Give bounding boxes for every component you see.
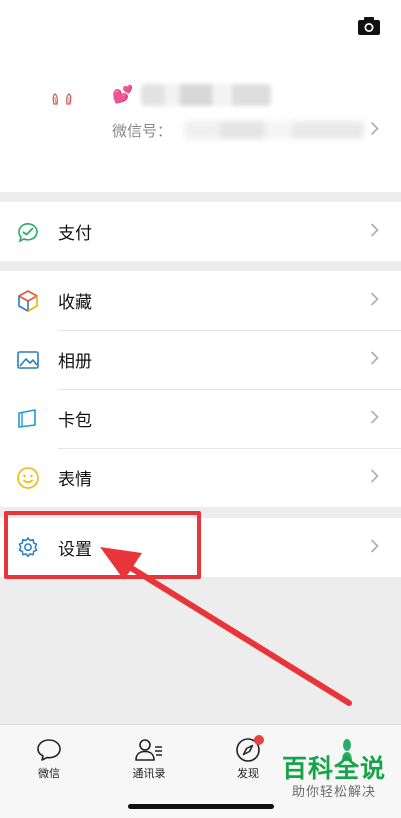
annotation-highlight-box (4, 511, 201, 579)
notification-dot (254, 735, 264, 745)
tab-label: 通讯录 (132, 767, 166, 780)
chevron-right-icon (370, 350, 379, 369)
blurred-nickname (141, 84, 272, 106)
smiley-icon (16, 466, 40, 490)
bunny-ears-icon (52, 93, 72, 105)
chevron-right-icon (370, 409, 379, 428)
tab-label: 微信 (38, 767, 60, 780)
chevron-right-icon (370, 538, 379, 557)
cube-icon (16, 289, 40, 313)
tab-chats[interactable]: 微信 (9, 737, 89, 781)
menu-item-label: 收藏 (58, 293, 92, 313)
blurred-wechat-id (184, 121, 365, 139)
menu-item-label: 表情 (58, 470, 92, 490)
tab-label: 发现 (237, 767, 259, 780)
home-indicator[interactable] (128, 804, 274, 809)
profile-header[interactable]: 💕 微信号： (0, 0, 401, 192)
menu-item-pay[interactable]: 支付 (0, 202, 401, 261)
hearts-icon: 💕 (112, 84, 134, 105)
chevron-right-icon (370, 291, 379, 310)
wechat-pay-icon (16, 220, 40, 244)
nickname: 💕 (112, 80, 272, 110)
menu-item-stickers[interactable]: 表情 (0, 448, 401, 507)
contacts-icon (135, 739, 162, 761)
avatar[interactable] (40, 92, 84, 136)
wechat-id: 微信号： (112, 118, 365, 142)
watermark-subtitle: 助你轻松解决 (291, 785, 376, 800)
watermark-title: 百科全说 (281, 754, 386, 783)
chat-bubble-icon (37, 739, 61, 761)
camera-icon[interactable] (357, 16, 381, 36)
menu-item-label: 相册 (58, 352, 92, 372)
chevron-right-icon (370, 121, 379, 140)
features-group: 收藏 相册 卡包 表情 (0, 271, 401, 507)
chevron-right-icon (370, 468, 379, 487)
menu-item-favorites[interactable]: 收藏 (0, 271, 401, 330)
menu-item-album[interactable]: 相册 (0, 330, 401, 389)
card-icon (16, 407, 40, 431)
photo-icon (16, 348, 40, 372)
tab-contacts[interactable]: 通讯录 (109, 737, 189, 781)
tab-discover[interactable]: 发现 (208, 735, 288, 781)
chevron-right-icon (370, 222, 379, 241)
watermark: 百科全说 助你轻松解决 (278, 754, 390, 812)
menu-item-label: 支付 (58, 224, 92, 244)
menu-item-label: 卡包 (58, 411, 92, 431)
menu-item-cards[interactable]: 卡包 (0, 389, 401, 448)
pay-group: 支付 (0, 202, 401, 261)
wechat-id-label: 微信号： (112, 121, 173, 140)
